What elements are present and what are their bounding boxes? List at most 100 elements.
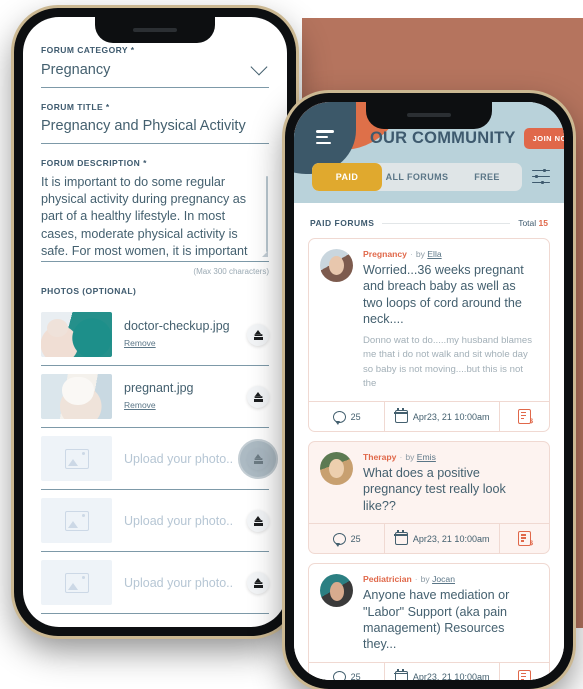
remove-photo-link[interactable]: Remove [124,338,156,348]
comment-count: 25 [350,411,361,422]
photo-meta: doctor-checkup.jpg Remove [124,319,235,351]
by-label: by [420,574,430,585]
photo-row: pregnant.jpg Remove [41,366,269,428]
card-author[interactable]: Ella [427,249,441,259]
max-characters-hint: (Max 300 characters) [193,267,269,276]
feed-divider [382,222,511,224]
comment-icon [332,671,346,680]
photo-thumbnail[interactable] [41,374,112,419]
photo-placeholder-thumbnail[interactable] [41,436,112,481]
paid-badge-cell[interactable] [500,663,549,680]
photo-row: Upload your photo.. [41,490,269,552]
card-date: Apr23, 21 10:00am [412,672,490,680]
card-category[interactable]: Pregnancy [363,249,407,259]
by-label: by [405,452,415,462]
paid-document-icon [518,669,533,680]
feed-total: Total 15 [518,218,548,228]
card-category[interactable]: Pediatrician [363,574,412,584]
upload-icon [253,391,263,402]
upload-icon [253,329,263,340]
total-label: Total [518,218,537,228]
calendar-icon [394,408,409,423]
avatar [320,249,353,282]
upload-button[interactable] [247,571,269,594]
by-label: by [415,249,425,259]
community-app: OUR COMMUNITY JOIN NOW > PAID ALL FORUMS… [294,102,564,680]
forum-category-label: FORUM CATEGORY * [41,45,135,55]
card-main: Pregnancy · by Ella Worried...36 weeks pre… [363,249,538,392]
photo-meta: Upload your photo.. [124,514,235,528]
field-forum-description: FORUM DESCRIPTION * It is important to d… [41,158,269,276]
photo-meta: pregnant.jpg Remove [124,381,235,413]
join-now-button[interactable]: JOIN NOW > [523,128,564,149]
paid-document-icon [518,409,533,425]
filter-sliders-icon[interactable] [532,168,550,185]
resize-handle-icon[interactable] [262,251,268,257]
avatar [320,574,353,608]
earpiece-speaker [407,113,451,117]
comments-cell[interactable]: 25 [309,402,386,431]
field-forum-category: FORUM CATEGORY * Pregnancy [41,45,269,88]
card-body: Therapy · by Emis What does a positive pre… [309,442,549,523]
photos-section-label: PHOTOS (OPTIONAL) [41,286,137,296]
comments-cell[interactable]: 25 [309,662,386,680]
forum-description-textarea[interactable]: It is important to do some regular physi… [41,174,269,262]
forum-card[interactable]: Therapy · by Emis What does a positive pre… [308,441,550,555]
forum-category-select[interactable]: Pregnancy [41,58,269,88]
forum-card[interactable]: Pediatrician · by Jocan Anyone have mediat… [308,563,550,680]
doctor-checkup-image [41,312,112,357]
upload-button[interactable] [247,385,269,408]
forum-feed[interactable]: PAID FORUMS Total 15 Pregnancy · by Ella W… [294,203,564,680]
card-footer: 25 Apr23, 21 10:00am [309,401,549,431]
remove-photo-link[interactable]: Remove [124,400,156,410]
card-date: Apr23, 21 10:00am [412,411,490,422]
photo-thumbnail[interactable] [41,312,112,357]
photo-row: Upload your photo.. [41,428,278,490]
photo-placeholder-thumbnail[interactable] [41,498,112,543]
tab-free[interactable]: FREE [452,163,522,191]
photo-meta: Upload your photo.. [124,452,235,466]
card-author[interactable]: Emis [417,452,436,462]
tab-all-forums[interactable]: ALL FORUMS [382,163,452,191]
photo-meta: Upload your photo.. [124,576,235,590]
feed-header: PAID FORUMS Total 15 [308,203,550,238]
card-meta: Pregnancy · by Ella [363,249,442,259]
paid-document-icon [518,531,533,547]
description-scrollbar[interactable] [265,176,268,252]
card-title: Anyone have mediation or "Labor" Support… [363,588,510,652]
chevron-down-icon [250,58,268,76]
image-placeholder-icon [64,448,89,469]
card-author[interactable]: Jocan [432,574,455,584]
upload-icon [253,577,263,588]
forum-title-input[interactable]: Pregnancy and Physical Activity [41,118,269,144]
field-forum-title: FORUM TITLE * Pregnancy and Physical Act… [41,102,269,144]
left-phone-mockup: FORUM CATEGORY * Pregnancy FORUM TITLE *… [14,8,296,636]
comments-cell[interactable]: 25 [309,524,386,554]
card-category[interactable]: Therapy [363,452,396,462]
pregnant-image [41,374,112,419]
forum-card[interactable]: Pregnancy · by Ella Worried...36 weeks pre… [308,238,550,432]
forum-title-label: FORUM TITLE * [41,102,110,112]
tab-paid[interactable]: PAID [312,163,382,191]
calendar-icon [394,668,409,680]
total-count: 15 [538,218,548,228]
photo-placeholder-thumbnail[interactable] [41,560,112,605]
photo-upload-placeholder: Upload your photo.. [124,451,234,466]
earpiece-speaker [133,28,177,32]
right-phone-notch [366,102,492,129]
left-phone-notch [95,17,215,43]
comment-icon [332,532,346,547]
card-main: Therapy · by Emis What does a positive pre… [363,452,538,514]
photo-upload-placeholder: Upload your photo.. [124,513,234,528]
comment-icon [332,410,346,425]
upload-button[interactable] [247,323,269,346]
card-footer: 25 Apr23, 21 10:00am [309,523,549,554]
upload-button[interactable] [247,509,269,532]
forum-description-label: FORUM DESCRIPTION * [41,158,147,168]
date-cell: Apr23, 21 10:00am [385,402,501,431]
paid-badge-cell[interactable] [500,402,549,431]
left-phone-screen: FORUM CATEGORY * Pregnancy FORUM TITLE *… [23,17,287,627]
paid-badge-cell[interactable] [500,524,549,553]
photo-filename: pregnant.jpg [124,380,194,395]
photo-upload-placeholder: Upload your photo.. [124,575,234,590]
